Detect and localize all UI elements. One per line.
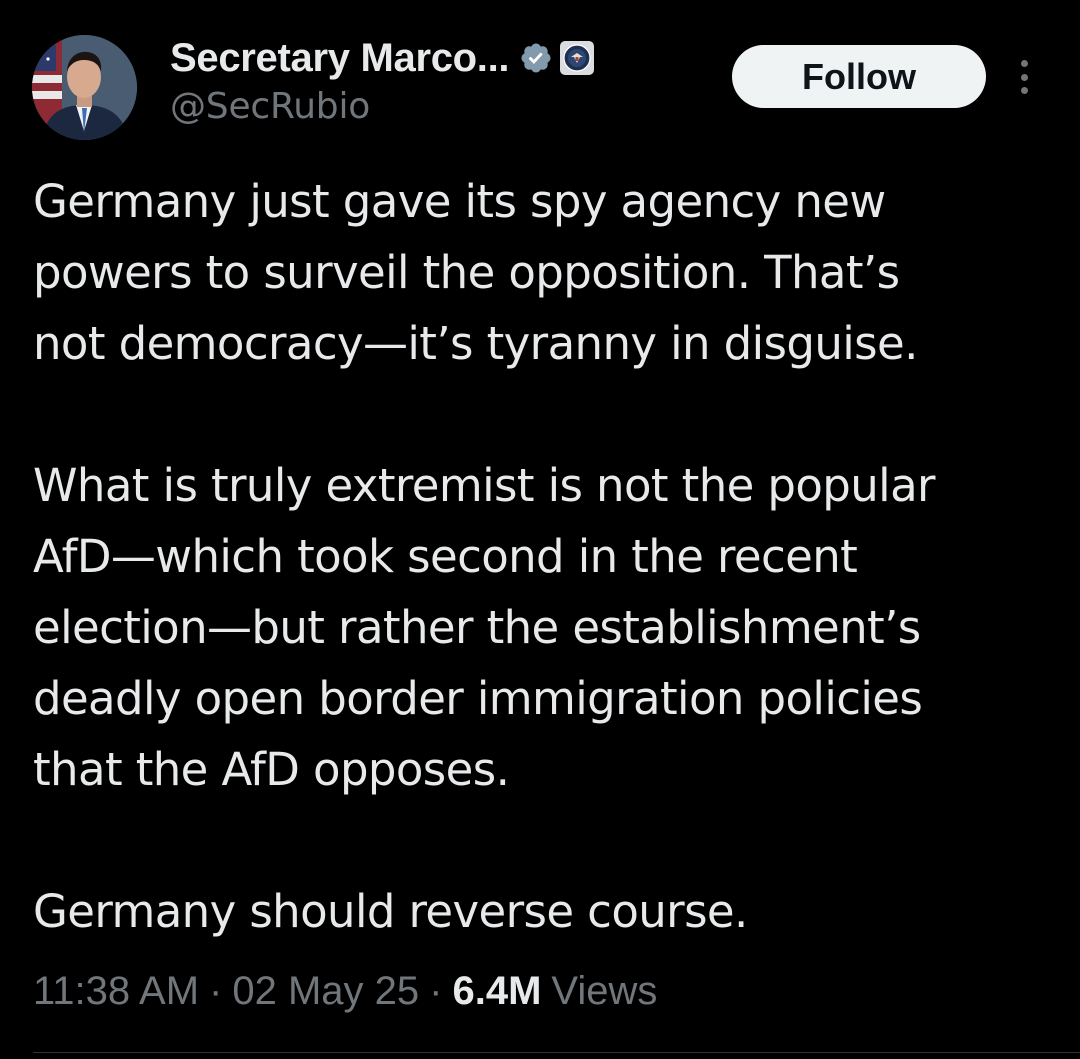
tweet-time[interactable]: 11:38 AM [33,969,199,1014]
divider [33,1052,1080,1053]
tweet-line: Germany should reverse course. [33,885,748,938]
tweet-line: not democracy—it’s tyranny in disguise. [33,317,918,370]
avatar-photo [32,35,137,140]
tweet: Secretary Marco... @SecRubio Follow Germ… [0,0,1080,1059]
meta-separator: · [429,968,443,1013]
tweet-line: deadly open border immigration policies [33,672,923,725]
tweet-text: Germany just gave its spy agency new pow… [33,166,1063,947]
views-count[interactable]: 6.4M [452,969,541,1014]
more-dot [1020,87,1028,94]
tweet-line: What is truly extremist is not the popul… [33,459,936,512]
tweet-line: AfD—which took second in the recent [33,530,858,583]
tweet-line: election—but rather the establishment’s [33,601,921,654]
meta-separator: · [209,968,223,1013]
views-label[interactable]: Views [551,969,657,1014]
tweet-line: powers to surveil the opposition. That’s [33,246,900,299]
more-dot [1020,60,1028,67]
tweet-line: Germany just gave its spy agency new [33,175,886,228]
tweet-line: that the AfD opposes. [33,743,510,796]
state-department-seal-icon [559,40,595,76]
author-handle[interactable]: @SecRubio [170,86,370,127]
avatar[interactable] [32,35,137,140]
author-display-name[interactable]: Secretary Marco... [170,36,510,81]
author-name-row: Secretary Marco... [170,31,595,85]
more-dot [1020,73,1028,81]
follow-button[interactable]: Follow [732,45,986,108]
tweet-date[interactable]: 02 May 25 [232,969,419,1014]
verified-badge-icon [519,41,553,75]
tweet-meta: 11:38 AM · 02 May 25 · 6.4M Views [33,963,657,1019]
more-options-icon[interactable] [1008,54,1040,100]
